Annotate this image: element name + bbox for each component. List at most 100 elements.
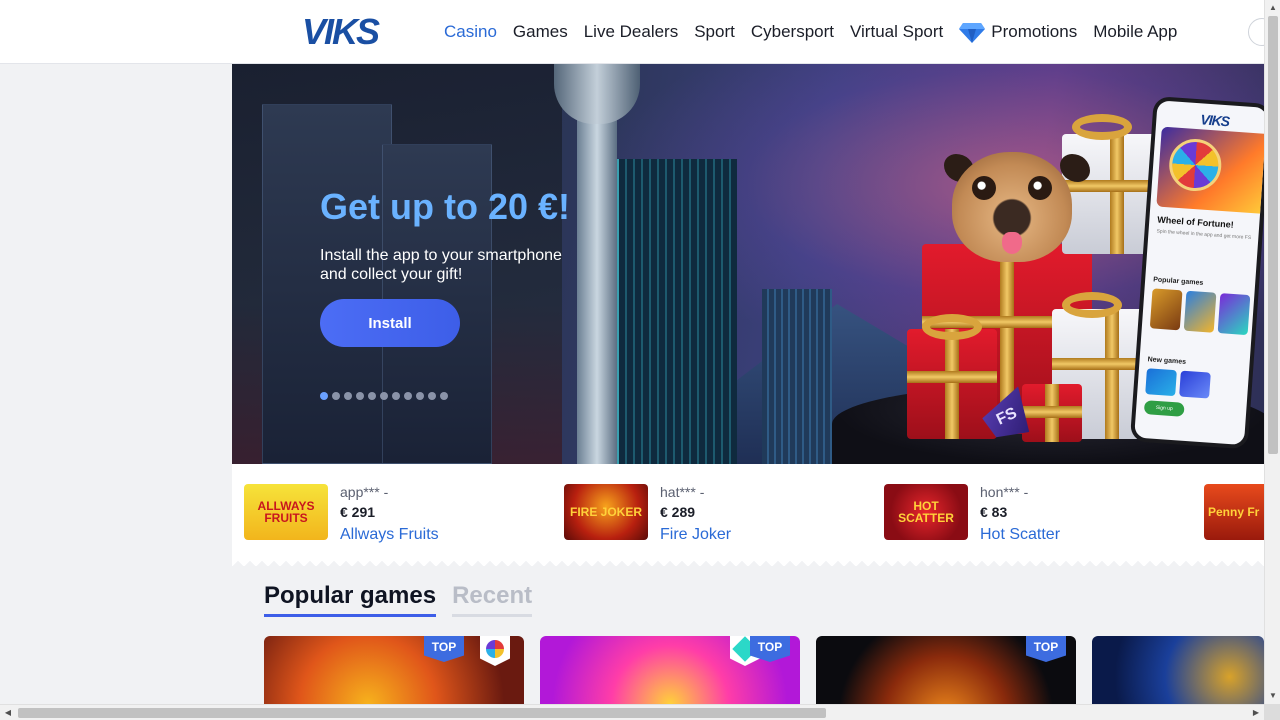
install-button[interactable]: Install [320,299,460,347]
winner-game-link[interactable]: Allways Fruits [340,526,439,544]
nav-promotions[interactable]: Promotions [959,21,1077,43]
provider-icon [480,636,510,666]
top-badge: TOP [424,636,464,662]
carousel-dot[interactable] [416,392,424,400]
pug-tongue [1002,232,1022,254]
nav-mobile-app-label: Mobile App [1093,22,1178,41]
vertical-scrollbar[interactable]: ▲ ▼ [1264,0,1280,704]
gift-bow-small [922,314,982,340]
phone-popular-label: Popular games [1152,276,1204,287]
hero-subtitle: Install the app to your smartphone and c… [320,247,562,283]
carousel-dot[interactable] [368,392,376,400]
game-card[interactable]: TOP [816,636,1076,704]
phone-thumb-3 [1217,293,1251,336]
nav-mobile-app[interactable]: Mobile App [1093,22,1177,42]
building-right [762,289,832,464]
phone-mockup: VIKS Wheel of Fortune! Spin the wheel in… [1129,96,1264,450]
phone-thumb-1 [1149,288,1183,331]
building-left [262,104,392,464]
top-badge: TOP [1026,636,1066,662]
game-card[interactable] [1092,636,1264,704]
viks-logo[interactable]: VIKS [300,13,392,49]
tower-shaft [577,84,617,464]
phone-thumb-2 [1183,290,1217,333]
nav-games-label: Games [512,22,568,41]
carousel-dot[interactable] [428,392,436,400]
winner-info: app*** - € 291 Allways Fruits [340,484,439,543]
winner-user: app*** - [340,484,389,500]
nav-live-dealers-label: Live Dealers [583,22,679,41]
nav-casino[interactable]: Casino [444,22,497,42]
ticker-zigzag-edge [232,556,1264,566]
tab-recent[interactable]: Recent [452,582,533,617]
winner-item: Penny Fr [1204,484,1264,540]
scroll-right-arrow-icon[interactable]: ▶ [1248,705,1264,720]
tab-popular-games[interactable]: Popular games [264,582,437,617]
game-thumbnail-label: ALLWAYS FRUITS [257,499,315,525]
nav-virtual-sport-label: Virtual Sport [850,22,944,41]
game-thumbnail-label: HOT SCATTER [898,499,954,525]
phone-title: Wheel of Fortune! [1157,214,1235,230]
main-nav: Casino Games Live Dealers Sport Cyberspo… [444,0,1177,64]
phone-subtitle: Spin the wheel in the app and get more F… [1156,228,1252,242]
pug-eye-right [1028,176,1052,200]
game-thumbnail[interactable]: ALLWAYS FRUITS [244,484,328,540]
winner-game-link[interactable]: Hot Scatter [980,526,1060,544]
winner-game-link[interactable]: Fire Joker [660,526,731,544]
las-vegas-building [617,159,737,464]
scroll-down-arrow-icon[interactable]: ▼ [1265,688,1280,704]
game-thumbnail-label: FIRE JOKER [569,505,642,519]
carousel-dot[interactable] [440,392,448,400]
winner-user: hon*** - [980,484,1029,500]
free-spins-badge-text: FS [993,404,1020,429]
carousel-dot[interactable] [404,392,412,400]
winner-info: hon*** - € 83 Hot Scatter [980,484,1060,543]
winner-amount: € 83 [980,504,1008,520]
game-card[interactable]: TOP [540,636,800,704]
nav-promotions-label: Promotions [991,22,1078,41]
carousel-dots [320,392,448,400]
scroll-left-arrow-icon[interactable]: ◀ [0,705,16,720]
nav-virtual-sport[interactable]: Virtual Sport [850,22,943,42]
svg-text:VIKS: VIKS [302,13,380,49]
winner-amount: € 289 [660,504,696,520]
left-sidebar [0,64,232,704]
nav-live-dealers[interactable]: Live Dealers [584,22,679,42]
hero-text-block: Get up to 20 €! Install the app to your … [320,186,580,284]
nav-games[interactable]: Games [513,22,568,42]
carousel-dot[interactable] [380,392,388,400]
hero-title: Get up to 20 €! [320,186,571,227]
game-card[interactable]: TOP [264,636,524,704]
carousel-dot[interactable] [356,392,364,400]
phone-new-label: New games [1147,356,1187,366]
game-thumbnail[interactable]: HOT SCATTER [884,484,968,540]
vertical-scroll-thumb[interactable] [1268,16,1278,454]
scroll-up-arrow-icon[interactable]: ▲ [1265,0,1280,16]
diamond-icon [959,23,986,43]
games-tabs: Popular games Recent [264,582,533,617]
phone-signup-button: Sign up [1143,400,1185,417]
pug-eye-left [972,176,996,200]
carousel-dot[interactable] [344,392,352,400]
winner-item: FIRE JOKER hat*** - € 289 Fire Joker [564,484,731,543]
nav-casino-label: Casino [444,22,497,41]
gift-bow-white [1062,292,1122,318]
gift-box-red-small [907,329,997,439]
winner-item: ALLWAYS FRUITS app*** - € 291 Allways Fr… [244,484,439,543]
game-thumbnail[interactable]: Penny Fr [1204,484,1264,540]
phone-thumb-5 [1179,370,1211,399]
horizontal-scrollbar[interactable]: ◀ ▶ [0,704,1264,720]
carousel-dot[interactable] [392,392,400,400]
carousel-dot[interactable] [332,392,340,400]
phone-screen: VIKS Wheel of Fortune! Spin the wheel in… [1134,100,1264,446]
winner-info: hat*** - € 289 Fire Joker [660,484,731,543]
nav-cybersport[interactable]: Cybersport [751,22,834,42]
horizontal-scroll-thumb[interactable] [18,708,826,718]
nav-sport[interactable]: Sport [694,22,735,42]
winner-item: HOT SCATTER hon*** - € 83 Hot Scatter [884,484,1060,543]
nav-sport-label: Sport [694,22,735,41]
phone-logo: VIKS [1199,111,1230,130]
top-header: VIKS Casino Games Live Dealers Sport Cyb… [0,0,1276,64]
carousel-dot[interactable] [320,392,328,400]
game-thumbnail[interactable]: FIRE JOKER [564,484,648,540]
